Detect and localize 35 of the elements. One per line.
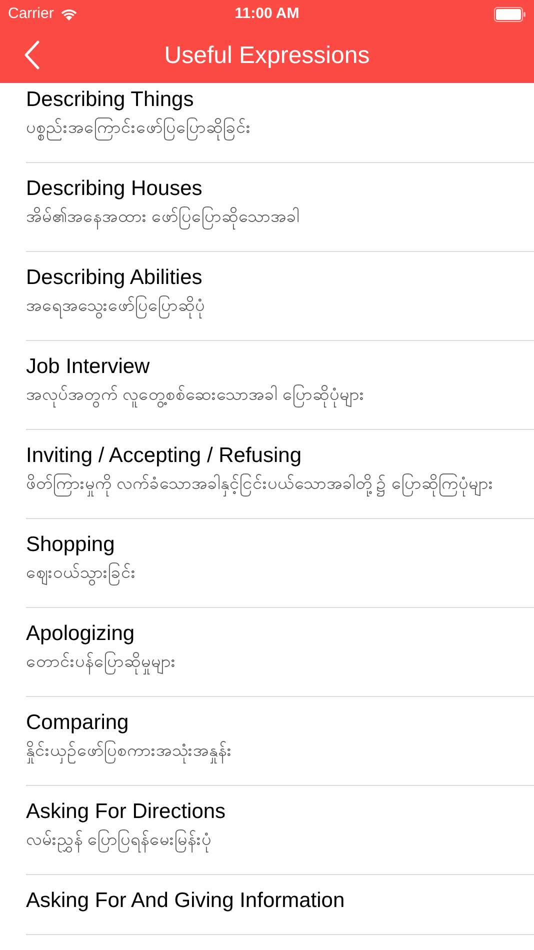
battery-icon [494, 6, 526, 22]
item-subtitle: ပစ္စည်းအကြောင်းဖော်ပြပြောဆိုခြင်း [26, 113, 524, 142]
item-title: Asking For Directions [26, 799, 227, 825]
list-item[interactable]: Apologizing တောင်းပန်ပြောဆိုမှုများ [26, 608, 534, 697]
back-button[interactable] [22, 38, 42, 72]
carrier-label: Carrier [8, 4, 54, 24]
item-title: Apologizing [26, 621, 136, 647]
list-item[interactable]: Comparing နှိုင်းယှဉ်ဖော်ပြစကားအသုံးအနှုန်း [26, 697, 534, 786]
item-subtitle: လမ်းညွှန် ပြောပြရန်မေးမြန်းပုံ [26, 825, 524, 854]
list-item[interactable]: Asking For Directions လမ်းညွှန် ပြောပြရန်မေးမြန်းပုံ [26, 786, 534, 875]
list-item[interactable]: Job Interview အလုပ်အတွက် လူတွေ့စစ်ဆေးသောအခါ ပြောဆိုပုံများ [26, 341, 534, 430]
list-item[interactable]: Describing Houses အိမ်၏အနေအထား ဖော်ပြပြောဆိုသောအခါ [26, 163, 534, 252]
clock-time: 11:00 AM [234, 4, 300, 24]
list-item[interactable]: Asking For And Giving Information [26, 875, 534, 935]
item-title: Describing Abilities [26, 265, 204, 291]
list-item[interactable]: Describing Abilities အရေအသွေးဖော်ပြပြောဆိုပုံ [26, 252, 534, 341]
item-title: Describing Things [26, 87, 195, 113]
item-subtitle: ဖိတ်ကြားမှုကို လက်ခံသောအခါနှင့်ငြင်းပယ်သောအခါတို့၌ ပြောဆိုကြပုံများ [26, 469, 524, 498]
wifi-icon [60, 8, 78, 20]
item-subtitle: အိမ်၏အနေအထား ဖော်ပြပြောဆိုသောအခါ [26, 202, 524, 231]
list-item[interactable]: Shopping ဈေးဝယ်သွားခြင်း [26, 519, 534, 608]
item-title: Comparing [26, 710, 130, 736]
item-subtitle: အရေအသွေးဖော်ပြပြောဆိုပုံ [26, 291, 524, 320]
item-title: Describing Houses [26, 176, 204, 202]
item-title: Inviting / Accepting / Refusing [26, 443, 302, 469]
item-subtitle: အလုပ်အတွက် လူတွေ့စစ်ဆေးသောအခါ ပြောဆိုပုံများ [26, 380, 524, 409]
item-subtitle: နှိုင်းယှဉ်ဖော်ပြစကားအသုံးအနှုန်း [26, 736, 524, 765]
item-subtitle: ဈေးဝယ်သွားခြင်း [26, 558, 524, 587]
item-title: Asking For And Giving Information [26, 888, 346, 914]
screen-title: Useful Expressions [164, 40, 370, 70]
list-item[interactable]: Inviting / Accepting / Refusing ဖိတ်ကြားမှုကို လက်ခံသောအခါနှင့်ငြင်းပယ်သောအခါတို့၌ ပြောဆိုကြပုံများ [26, 430, 534, 519]
item-subtitle: တောင်းပန်ပြောဆိုမှုများ [26, 647, 524, 676]
item-title: Shopping [26, 532, 116, 558]
list-item[interactable]: Describing Things ပစ္စည်းအကြောင်းဖော်ပြပြောဆိုခြင်း [26, 83, 534, 163]
item-title: Job Interview [26, 354, 151, 380]
